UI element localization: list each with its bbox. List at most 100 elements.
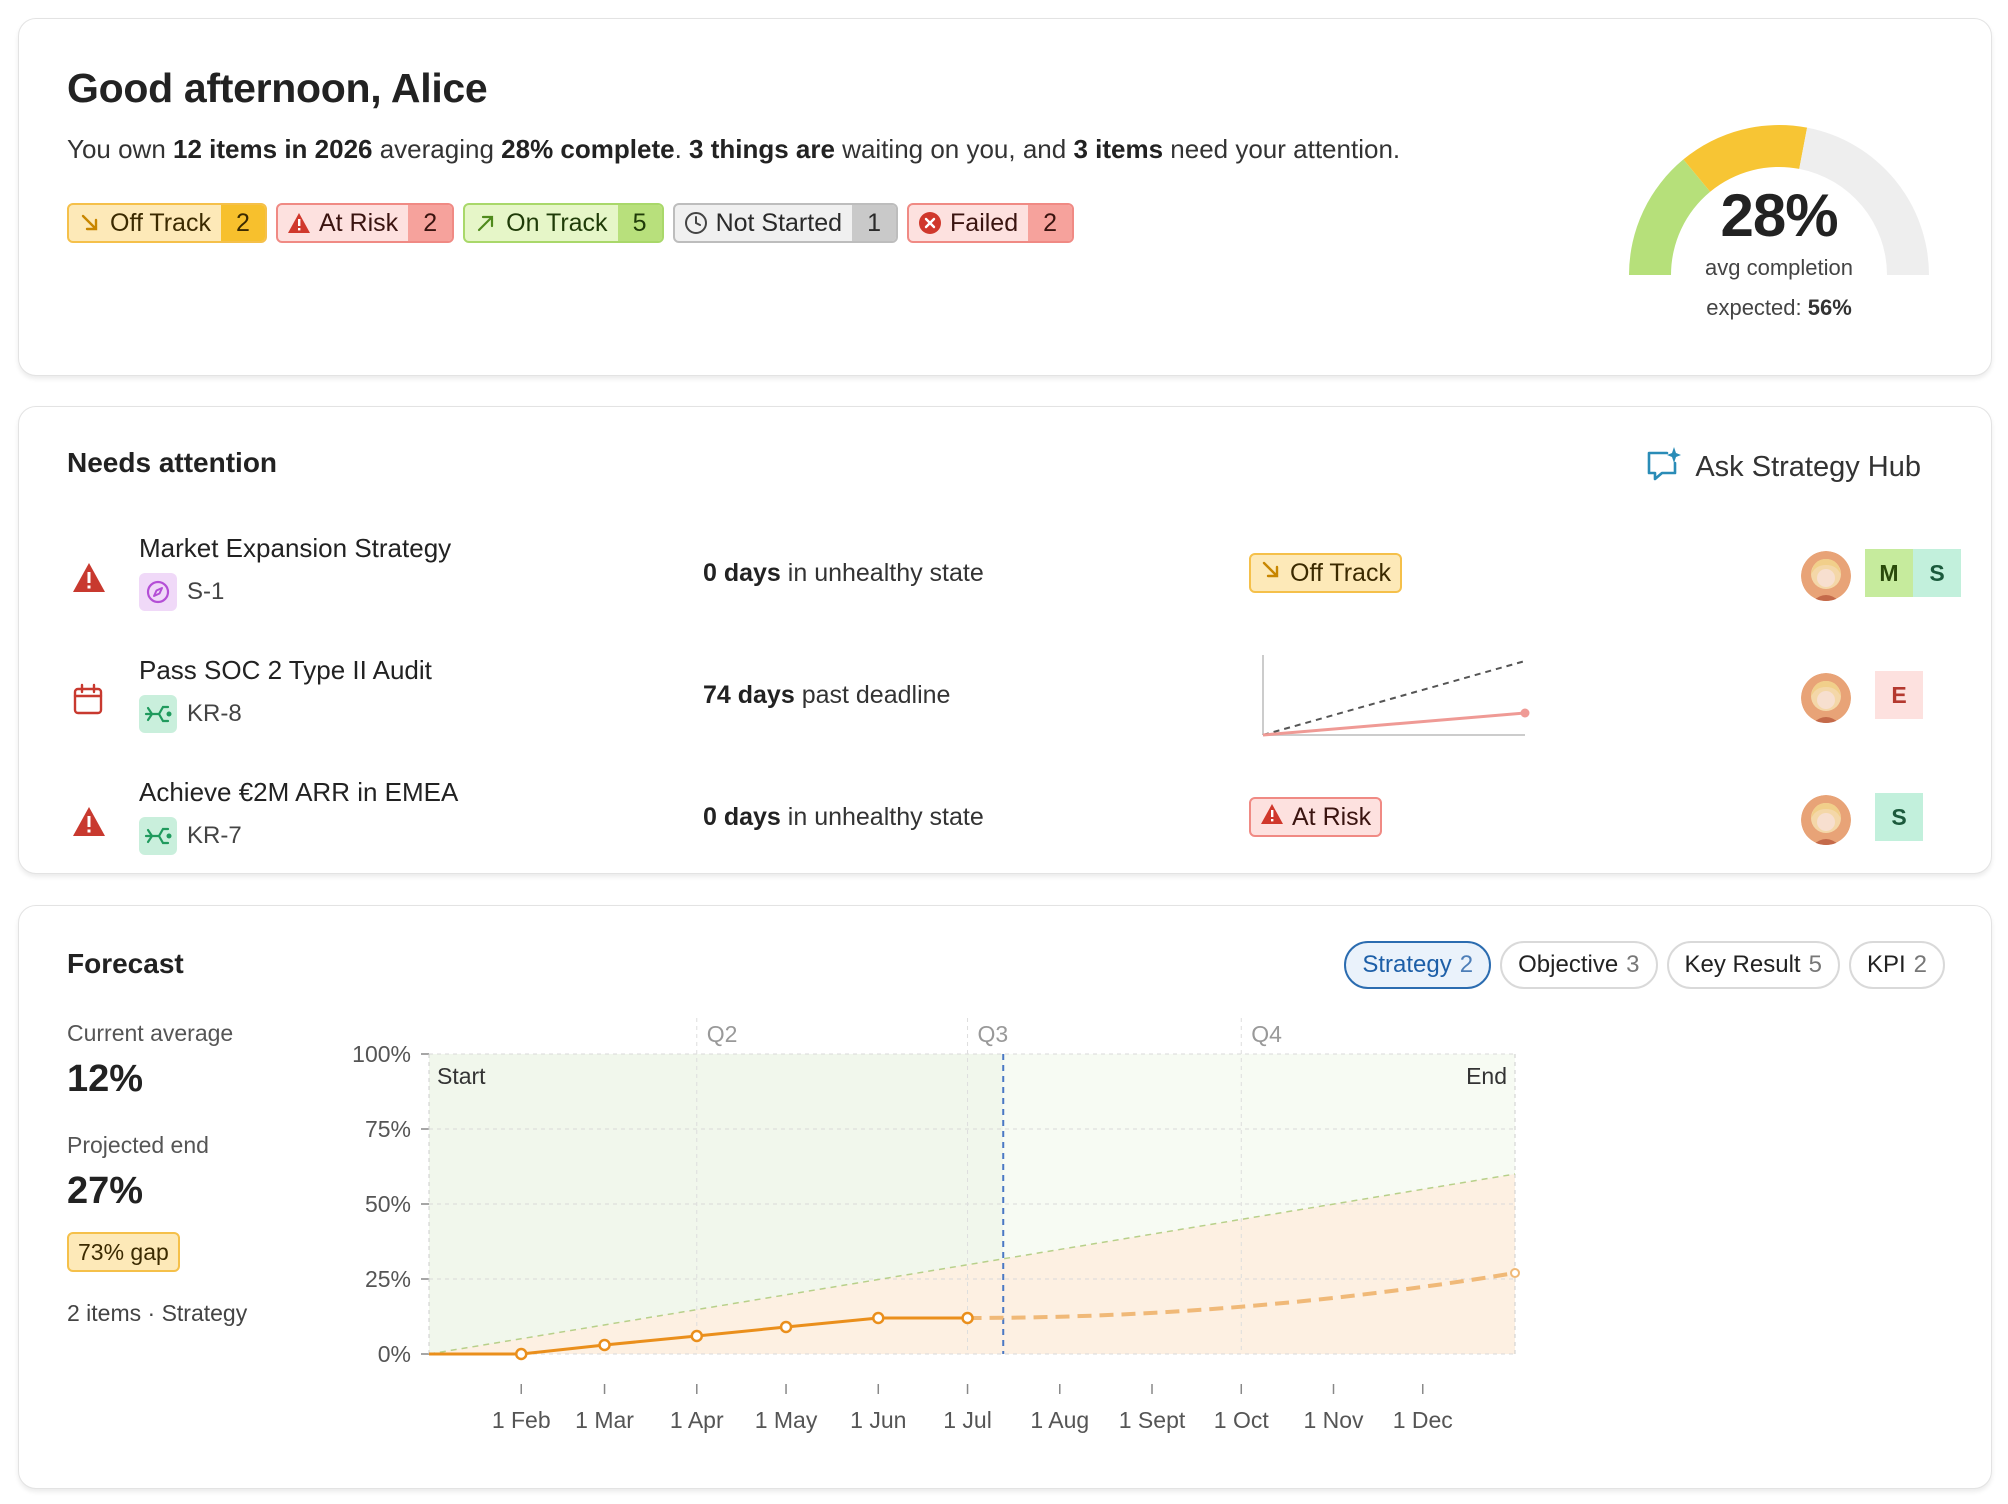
- key-result-icon: [139, 817, 177, 855]
- ask-strategy-hub-button[interactable]: Ask Strategy Hub: [1645, 445, 1921, 489]
- ask-label: Ask Strategy Hub: [1695, 450, 1921, 483]
- gauge-value: 28%: [1720, 182, 1838, 249]
- gauge-caption: avg completion: [1705, 255, 1853, 280]
- x-tick-label: 1 Aug: [1030, 1407, 1089, 1433]
- chip-at-risk[interactable]: At Risk 2: [275, 203, 455, 243]
- quarter-label: Q3: [978, 1021, 1009, 1047]
- x-tick-label: 1 Oct: [1214, 1407, 1270, 1433]
- team-initials: M S: [1865, 549, 1961, 597]
- chip-count: 2: [408, 205, 453, 241]
- clock-icon: [684, 211, 708, 235]
- projected-end-value: 27%: [67, 1170, 144, 1212]
- data-point: [690, 1329, 704, 1343]
- greeting-title: Good afternoon, Alice: [67, 65, 488, 111]
- forecast-card: 100% 75% 50% 25% 0% Q2 Q3 Q4 Start End 1 Feb 1 Mar 1…: [18, 905, 1992, 1489]
- data-point: [872, 1311, 885, 1325]
- key-result-icon: [139, 695, 177, 733]
- current-average-label: Current average: [67, 1020, 234, 1046]
- item-key: KR-8: [139, 695, 242, 733]
- x-tick-label: 1 Dec: [1393, 1407, 1453, 1433]
- item-status-text: 74 days past deadline: [703, 681, 951, 709]
- item-title[interactable]: Market Expansion Strategy: [139, 533, 451, 564]
- owner-avatar[interactable]: [1801, 795, 1851, 845]
- data-point: [779, 1320, 793, 1334]
- items-summary: 2 items · Strategy: [67, 1300, 248, 1326]
- attention-title: Needs attention: [67, 447, 278, 478]
- chip-label: Not Started: [715, 208, 843, 237]
- item-title[interactable]: Pass SOC 2 Type II Audit: [139, 655, 432, 686]
- tab-strategy[interactable]: Strategy 2: [1344, 941, 1492, 989]
- attention-card: Needs attention Ask Strategy Hub Market …: [18, 406, 1992, 874]
- attention-row[interactable]: Market Expansion Strategy S-1 0 days in …: [19, 525, 1991, 635]
- status-pill-off-track: Off Track: [1249, 553, 1402, 593]
- data-point: [961, 1311, 974, 1325]
- calendar-icon: [71, 683, 107, 719]
- initial-badge[interactable]: S: [1875, 793, 1923, 841]
- owner-avatar[interactable]: [1801, 673, 1851, 723]
- chip-off-track[interactable]: Off Track 2: [67, 203, 267, 243]
- quarter-label: Q4: [1251, 1021, 1282, 1047]
- start-label: Start: [437, 1063, 486, 1089]
- warning-triangle-icon: [71, 561, 107, 597]
- owner-avatar[interactable]: [1801, 551, 1851, 601]
- warning-triangle-icon: [1260, 803, 1284, 832]
- tab-objective[interactable]: Objective 3: [1500, 941, 1658, 989]
- x-tick-label: 1 May: [755, 1407, 818, 1433]
- x-tick-label: 1 Sept: [1119, 1407, 1186, 1433]
- y-tick-label: 75%: [365, 1116, 411, 1142]
- y-tick-label: 50%: [365, 1191, 411, 1217]
- chip-on-track[interactable]: On Track 5: [463, 203, 664, 243]
- status-pill-at-risk: At Risk: [1249, 797, 1383, 837]
- chip-count: 2: [1028, 205, 1073, 241]
- forecast-tabs: Strategy 2 Objective 3 Key Result 5 KPI 2: [1344, 941, 1945, 989]
- item-status-text: 0 days in unhealthy state: [703, 559, 984, 587]
- data-point: [514, 1347, 528, 1361]
- y-tick-label: 25%: [365, 1266, 411, 1292]
- item-status-text: 0 days in unhealthy state: [703, 803, 984, 831]
- initial-badge[interactable]: E: [1875, 671, 1923, 719]
- tab-key-result[interactable]: Key Result 5: [1666, 941, 1840, 989]
- x-tick-label: 1 Nov: [1303, 1407, 1364, 1433]
- y-tick-label: 100%: [352, 1041, 411, 1067]
- gauge-expected: expected: 56%: [1706, 295, 1852, 320]
- chip-not-started[interactable]: Not Started 1: [672, 203, 899, 243]
- chip-count: 5: [617, 205, 662, 241]
- arrow-down-right-icon: [78, 211, 102, 235]
- attention-row[interactable]: Pass SOC 2 Type II Audit KR-8 74 days pa…: [19, 647, 1991, 757]
- current-average-value: 12%: [67, 1058, 144, 1100]
- compass-icon: [139, 573, 177, 611]
- y-tick-label: 0%: [378, 1341, 411, 1367]
- data-point: [598, 1338, 611, 1352]
- x-tick-label: 1 Jul: [943, 1407, 992, 1433]
- initial-badge[interactable]: S: [1913, 549, 1961, 597]
- chip-label: At Risk: [318, 208, 399, 237]
- x-tick-label: 1 Feb: [492, 1407, 551, 1433]
- initial-badge[interactable]: M: [1865, 549, 1913, 597]
- chip-failed[interactable]: Failed 2: [907, 203, 1075, 243]
- progress-sparkline: [1262, 655, 1530, 737]
- projected-end-label: Projected end: [67, 1132, 209, 1158]
- chip-label: On Track: [506, 208, 608, 237]
- summary-card: Good afternoon, Alice You own 12 items i…: [18, 18, 1992, 376]
- summary-text: You own 12 items in 2026 averaging 28% c…: [67, 134, 1401, 164]
- end-label: End: [1466, 1063, 1507, 1089]
- item-title[interactable]: Achieve €2M ARR in EMEA: [139, 777, 458, 808]
- attention-row[interactable]: Achieve €2M ARR in EMEA KR-7 0 days in u…: [19, 769, 1991, 879]
- chip-count: 2: [220, 205, 265, 241]
- tab-kpi[interactable]: KPI 2: [1848, 941, 1945, 989]
- chat-sparkle-icon: [1645, 445, 1682, 489]
- chip-count: 1: [852, 205, 897, 241]
- status-chips: Off Track 2 At Risk 2 On Track 5 Not Sta…: [67, 203, 1075, 243]
- chip-label: Off Track: [110, 208, 211, 237]
- forecast-chart: 100% 75% 50% 25% 0% Q2 Q3 Q4 Start End 1 Feb 1 Mar 1…: [352, 1018, 1520, 1433]
- x-tick-label: 1 Apr: [670, 1407, 724, 1433]
- chip-label: Failed: [950, 208, 1019, 237]
- warning-triangle-icon: [71, 805, 107, 841]
- item-key: S-1: [139, 573, 224, 611]
- x-tick-label: 1 Jun: [850, 1407, 906, 1433]
- team-initials: S: [1875, 793, 1923, 841]
- warning-triangle-icon: [287, 211, 311, 235]
- arrow-down-right-icon: [1260, 559, 1282, 588]
- item-key: KR-7: [139, 817, 242, 855]
- x-circle-icon: [918, 211, 942, 235]
